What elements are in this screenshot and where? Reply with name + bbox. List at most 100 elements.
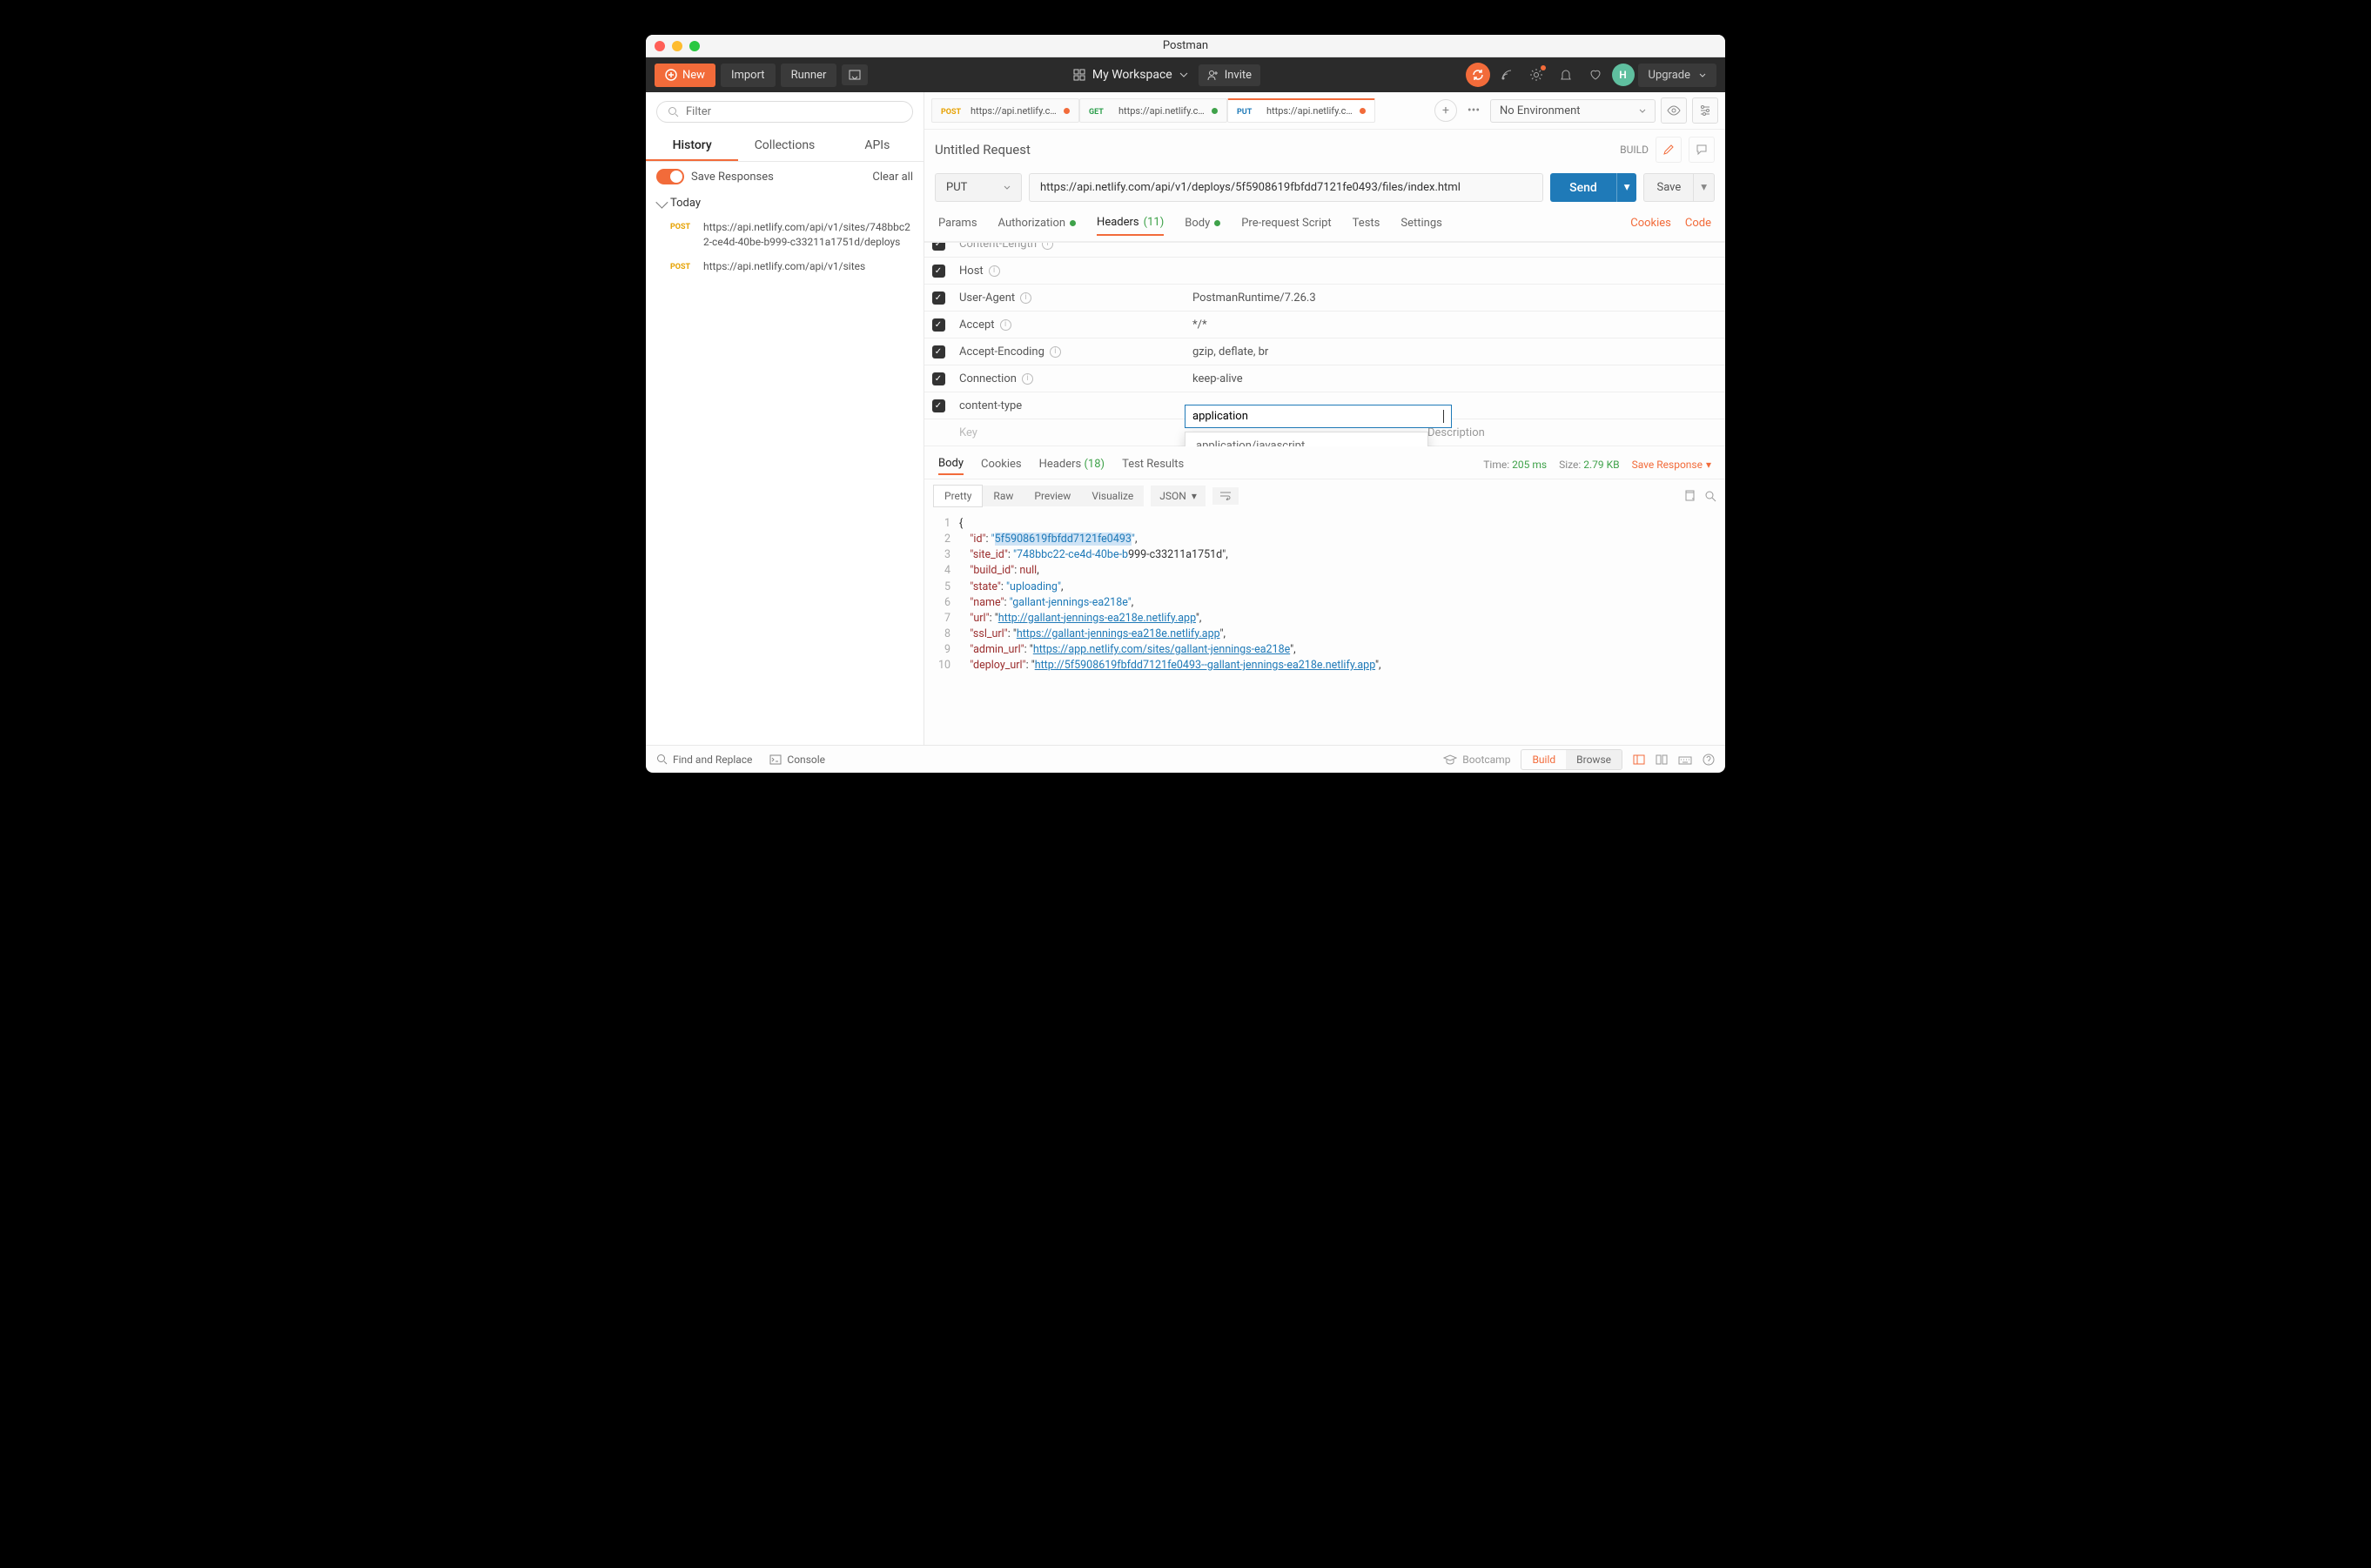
response-tab-body[interactable]: Body	[938, 453, 964, 475]
upgrade-button[interactable]: Upgrade	[1638, 64, 1716, 87]
environment-selector[interactable]: No Environment	[1490, 99, 1656, 123]
tab-params[interactable]: Params	[938, 211, 977, 235]
env-settings-button[interactable]	[1692, 97, 1718, 124]
header-row[interactable]: ✓Accept-Encodingigzip, deflate, br	[924, 338, 1725, 365]
checkbox[interactable]: ✓	[932, 242, 945, 251]
send-options-button[interactable]: ▾	[1616, 173, 1637, 202]
tab-collections[interactable]: Collections	[738, 131, 830, 161]
caret-down-icon	[1639, 109, 1646, 113]
checkbox[interactable]: ✓	[932, 265, 945, 278]
new-button[interactable]: New	[655, 64, 715, 87]
save-button[interactable]: Save	[1643, 173, 1694, 202]
tab-settings[interactable]: Settings	[1400, 211, 1441, 235]
two-pane-button[interactable]	[1633, 754, 1645, 765]
search-response-button[interactable]	[1704, 490, 1716, 502]
cookies-link[interactable]: Cookies	[1630, 217, 1671, 230]
view-preview[interactable]: Preview	[1024, 486, 1081, 506]
console-button[interactable]: Console	[769, 754, 825, 766]
tab-body[interactable]: Body	[1185, 211, 1220, 235]
response-tab-headers[interactable]: Headers (18)	[1039, 454, 1105, 474]
header-row[interactable]: ✓User-AgentiPostmanRuntime/7.26.3	[924, 285, 1725, 312]
request-tab[interactable]: PUT https://api.netlify.com...	[1227, 98, 1375, 123]
import-button[interactable]: Import	[721, 64, 776, 87]
workspace-selector[interactable]: My Workspace	[1073, 68, 1188, 82]
build-mode[interactable]: Build	[1521, 750, 1566, 769]
tab-history[interactable]: History	[646, 131, 738, 161]
notifications-button[interactable]	[1553, 62, 1579, 88]
save-options-button[interactable]: ▾	[1694, 173, 1715, 202]
settings-button[interactable]	[1523, 62, 1549, 88]
save-responses-toggle[interactable]	[656, 169, 684, 184]
caret-down-icon	[1699, 73, 1706, 77]
help-icon	[1703, 754, 1715, 766]
checkbox[interactable]: ✓	[932, 345, 945, 358]
window-mode-button[interactable]	[842, 64, 868, 85]
view-pretty[interactable]: Pretty	[933, 485, 983, 507]
browse-mode[interactable]: Browse	[1566, 750, 1622, 769]
send-button[interactable]: Send	[1550, 173, 1616, 202]
edit-button[interactable]	[1656, 137, 1682, 163]
new-tab-button[interactable]: +	[1434, 99, 1457, 122]
checkbox[interactable]: ✓	[932, 318, 945, 332]
history-today-header[interactable]: Today	[646, 191, 924, 215]
header-value-input[interactable]: application	[1185, 405, 1452, 428]
main-toolbar: New Import Runner My Workspace Invite	[646, 57, 1725, 92]
sync-button[interactable]	[1466, 63, 1490, 87]
tab-apis[interactable]: APIs	[831, 131, 924, 161]
checkbox[interactable]: ✓	[932, 291, 945, 305]
checkbox[interactable]: ✓	[932, 399, 945, 412]
split-pane-button[interactable]	[1656, 754, 1668, 765]
heart-icon	[1589, 68, 1602, 82]
invite-button[interactable]: Invite	[1199, 64, 1260, 86]
history-item[interactable]: POST https://api.netlify.com/api/v1/site…	[646, 255, 924, 278]
app-window: Postman New Import Runner My Workspace I…	[646, 35, 1725, 773]
autocomplete-item[interactable]: application/javascript	[1186, 432, 1427, 446]
tab-tests[interactable]: Tests	[1353, 211, 1380, 235]
request-title[interactable]: Untitled Request	[935, 142, 1031, 157]
checkbox[interactable]: ✓	[932, 372, 945, 385]
code-link[interactable]: Code	[1685, 217, 1711, 230]
runner-button[interactable]: Runner	[781, 64, 837, 87]
copy-button[interactable]	[1683, 490, 1696, 502]
filter-input-wrap[interactable]	[656, 101, 913, 123]
user-avatar[interactable]: H	[1612, 64, 1635, 86]
response-tab-cookies[interactable]: Cookies	[981, 454, 1022, 474]
tab-headers[interactable]: Headers (11)	[1097, 211, 1164, 236]
keyboard-button[interactable]	[1678, 754, 1692, 765]
clear-all-link[interactable]: Clear all	[872, 171, 913, 184]
unsaved-dot	[1360, 108, 1366, 114]
header-row[interactable]: ✓Hosti	[924, 258, 1725, 285]
view-raw[interactable]: Raw	[983, 486, 1024, 506]
caret-down-icon	[1004, 185, 1011, 190]
help-button[interactable]	[1703, 754, 1715, 766]
method-selector[interactable]: PUT	[935, 173, 1022, 202]
filter-input[interactable]	[686, 105, 902, 118]
comment-button[interactable]	[1689, 137, 1715, 163]
response-tab-tests[interactable]: Test Results	[1122, 454, 1184, 474]
find-replace-button[interactable]: Find and Replace	[656, 754, 752, 766]
view-visualize[interactable]: Visualize	[1081, 486, 1144, 506]
header-row[interactable]: ✓Accepti*/*	[924, 312, 1725, 338]
sliders-icon	[1699, 104, 1711, 117]
wrap-toggle[interactable]	[1212, 487, 1239, 505]
panel-icon	[1633, 754, 1645, 765]
env-preview-button[interactable]	[1661, 97, 1687, 124]
tab-prerequest[interactable]: Pre-request Script	[1241, 211, 1331, 235]
build-label[interactable]: BUILD	[1620, 144, 1649, 156]
bootcamp-button[interactable]: Bootcamp	[1443, 754, 1510, 766]
request-tab[interactable]: POST https://api.netlify.co...	[931, 98, 1079, 123]
tab-options-button[interactable]: •••	[1462, 99, 1485, 122]
header-row[interactable]: ✓Content-Lengthi	[924, 242, 1725, 258]
format-selector[interactable]: JSON ▾	[1151, 486, 1206, 506]
request-tab[interactable]: GET https://api.netlify.co...	[1079, 98, 1227, 123]
capture-button[interactable]	[1494, 62, 1520, 88]
chevron-down-icon	[655, 196, 668, 208]
mode-switch[interactable]: Build Browse	[1521, 749, 1622, 770]
header-row[interactable]: ✓Connectionikeep-alive	[924, 365, 1725, 392]
save-response-button[interactable]: Save Response ▾	[1632, 459, 1711, 471]
tab-authorization[interactable]: Authorization	[998, 211, 1077, 235]
url-input[interactable]	[1029, 173, 1543, 202]
favorite-button[interactable]	[1582, 62, 1609, 88]
history-item[interactable]: POST https://api.netlify.com/api/v1/site…	[646, 215, 924, 255]
response-body[interactable]: 12345678910 { "id": "5f5908619fbfdd7121f…	[924, 513, 1725, 745]
